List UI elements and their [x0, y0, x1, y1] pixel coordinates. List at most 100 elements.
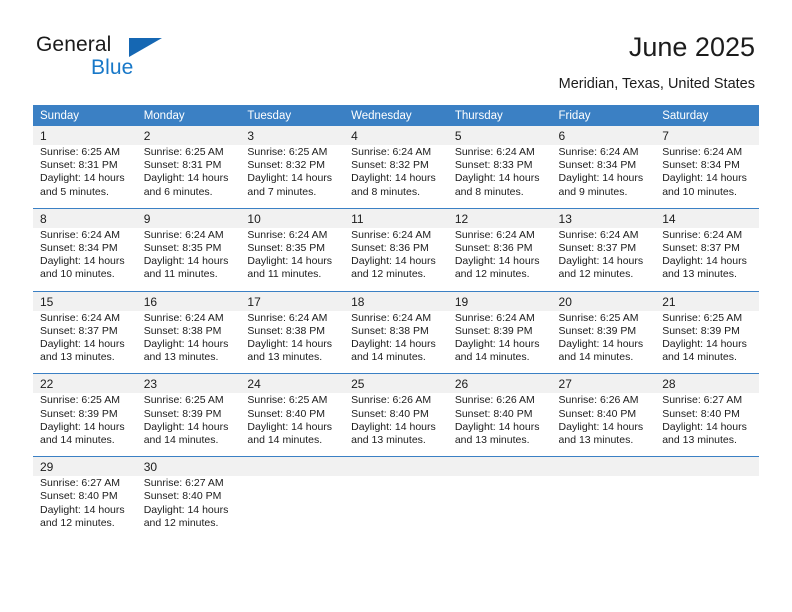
- day-cell[interactable]: Sunrise: 6:24 AM Sunset: 8:36 PM Dayligh…: [344, 227, 448, 291]
- day-number[interactable]: 22: [33, 374, 137, 394]
- sunrise-text: Sunrise: 6:25 AM: [247, 146, 328, 158]
- day-number[interactable]: 5: [447, 126, 552, 145]
- day-cell[interactable]: Sunrise: 6:25 AM Sunset: 8:39 PM Dayligh…: [655, 310, 759, 374]
- day-cell[interactable]: Sunrise: 6:27 AM Sunset: 8:40 PM Dayligh…: [136, 476, 241, 540]
- sunrise-text: Sunrise: 6:24 AM: [40, 228, 120, 241]
- sunrise-text: Sunrise: 6:27 AM: [662, 394, 743, 407]
- day-cell[interactable]: Sunrise: 6:26 AM Sunset: 8:40 PM Dayligh…: [551, 393, 656, 457]
- day-number[interactable]: 10: [240, 208, 345, 228]
- sunset-text: Sunset: 8:35 PM: [143, 242, 222, 255]
- day-number[interactable]: 18: [344, 291, 448, 311]
- day-cell[interactable]: Sunrise: 6:24 AM Sunset: 8:34 PM Dayligh…: [655, 145, 759, 208]
- day-number[interactable]: 3: [240, 126, 345, 145]
- day-number[interactable]: 11: [344, 208, 448, 228]
- daylight-text-line1: Daylight: 14 hours: [143, 172, 229, 185]
- daylight-text-line2: and 12 minutes.: [454, 268, 530, 281]
- day-cell[interactable]: Sunrise: 6:26 AM Sunset: 8:40 PM Dayligh…: [447, 393, 552, 457]
- day-number[interactable]: 26: [447, 374, 552, 394]
- daylight-text-line2: and 9 minutes.: [558, 185, 628, 198]
- sunrise-text: Sunrise: 6:24 AM: [558, 146, 639, 158]
- day-cell-empty: [447, 476, 552, 540]
- daylight-text-line1: Daylight: 14 hours: [558, 420, 644, 433]
- day-number[interactable]: 8: [33, 208, 137, 228]
- day-number[interactable]: 28: [655, 374, 759, 394]
- day-cell[interactable]: Sunrise: 6:24 AM Sunset: 8:34 PM Dayligh…: [33, 227, 137, 291]
- day-number[interactable]: 21: [655, 291, 759, 311]
- logo[interactable]: General Blue: [36, 33, 216, 87]
- day-number[interactable]: 30: [136, 457, 241, 477]
- day-cell[interactable]: Sunrise: 6:24 AM Sunset: 8:38 PM Dayligh…: [136, 310, 241, 374]
- sunset-text: Sunset: 8:40 PM: [454, 407, 533, 420]
- sunset-text: Sunset: 8:33 PM: [454, 159, 533, 172]
- day-number[interactable]: 23: [136, 374, 241, 394]
- day-number[interactable]: 7: [655, 126, 759, 145]
- day-cell[interactable]: Sunrise: 6:24 AM Sunset: 8:39 PM Dayligh…: [447, 310, 552, 374]
- day-cell[interactable]: Sunrise: 6:24 AM Sunset: 8:33 PM Dayligh…: [447, 145, 552, 208]
- day-number[interactable]: 19: [447, 291, 552, 311]
- daylight-text-line1: Daylight: 14 hours: [143, 503, 229, 516]
- sunrise-text: Sunrise: 6:24 AM: [558, 228, 639, 241]
- day-number[interactable]: 9: [136, 208, 241, 228]
- day-cell[interactable]: Sunrise: 6:25 AM Sunset: 8:40 PM Dayligh…: [240, 393, 345, 457]
- day-cell[interactable]: Sunrise: 6:25 AM Sunset: 8:32 PM Dayligh…: [240, 145, 345, 208]
- sunset-text: Sunset: 8:38 PM: [143, 324, 222, 337]
- day-number[interactable]: 12: [447, 208, 552, 228]
- daylight-text-line2: and 12 minutes.: [40, 516, 115, 529]
- day-number[interactable]: 17: [240, 291, 345, 311]
- day-number[interactable]: 25: [344, 374, 448, 394]
- sunrise-text: Sunrise: 6:25 AM: [662, 311, 743, 324]
- sunset-text: Sunset: 8:38 PM: [247, 324, 326, 337]
- day-cell[interactable]: Sunrise: 6:24 AM Sunset: 8:37 PM Dayligh…: [655, 227, 759, 291]
- day-number[interactable]: 6: [551, 126, 656, 145]
- day-cell[interactable]: Sunrise: 6:24 AM Sunset: 8:35 PM Dayligh…: [240, 227, 345, 291]
- daylight-text-line1: Daylight: 14 hours: [351, 420, 436, 433]
- week-5-detail-row: Sunrise: 6:27 AM Sunset: 8:40 PM Dayligh…: [33, 476, 759, 540]
- day-cell[interactable]: Sunrise: 6:25 AM Sunset: 8:39 PM Dayligh…: [551, 310, 656, 374]
- day-cell[interactable]: Sunrise: 6:25 AM Sunset: 8:39 PM Dayligh…: [136, 393, 241, 457]
- sunset-text: Sunset: 8:38 PM: [351, 324, 429, 337]
- daylight-text-line2: and 8 minutes.: [351, 185, 420, 198]
- sunrise-text: Sunrise: 6:27 AM: [143, 477, 224, 490]
- day-number[interactable]: 4: [344, 126, 448, 145]
- day-cell[interactable]: Sunrise: 6:24 AM Sunset: 8:32 PM Dayligh…: [344, 145, 448, 208]
- sunrise-text: Sunrise: 6:24 AM: [454, 228, 535, 241]
- day-cell[interactable]: Sunrise: 6:24 AM Sunset: 8:37 PM Dayligh…: [551, 227, 656, 291]
- day-cell[interactable]: Sunrise: 6:25 AM Sunset: 8:39 PM Dayligh…: [33, 393, 137, 457]
- daylight-text-line1: Daylight: 14 hours: [247, 420, 333, 433]
- daylight-text-line1: Daylight: 14 hours: [558, 338, 644, 351]
- calendar-table: Sunday Monday Tuesday Wednesday Thursday…: [33, 105, 759, 540]
- day-number[interactable]: 27: [551, 374, 656, 394]
- day-cell[interactable]: Sunrise: 6:24 AM Sunset: 8:38 PM Dayligh…: [344, 310, 448, 374]
- day-cell[interactable]: Sunrise: 6:27 AM Sunset: 8:40 PM Dayligh…: [33, 476, 137, 540]
- sunrise-text: Sunrise: 6:24 AM: [143, 228, 224, 241]
- daylight-text-line1: Daylight: 14 hours: [662, 420, 747, 433]
- day-cell[interactable]: Sunrise: 6:24 AM Sunset: 8:34 PM Dayligh…: [551, 145, 656, 208]
- day-number[interactable]: 14: [655, 208, 759, 228]
- day-number[interactable]: 2: [136, 126, 241, 145]
- day-cell[interactable]: Sunrise: 6:25 AM Sunset: 8:31 PM Dayligh…: [136, 145, 241, 208]
- calendar-grid: Sunday Monday Tuesday Wednesday Thursday…: [33, 105, 759, 540]
- day-cell-empty: [655, 476, 759, 540]
- day-number[interactable]: 16: [136, 291, 241, 311]
- day-cell[interactable]: Sunrise: 6:24 AM Sunset: 8:37 PM Dayligh…: [33, 310, 137, 374]
- day-number[interactable]: 15: [33, 291, 137, 311]
- day-number[interactable]: 13: [551, 208, 656, 228]
- daylight-text-line1: Daylight: 14 hours: [351, 338, 436, 351]
- daylight-text-line1: Daylight: 14 hours: [143, 420, 229, 433]
- sunset-text: Sunset: 8:31 PM: [40, 159, 118, 172]
- day-number[interactable]: 1: [33, 126, 137, 145]
- day-cell[interactable]: Sunrise: 6:25 AM Sunset: 8:31 PM Dayligh…: [33, 145, 137, 208]
- daylight-text-line2: and 14 minutes.: [40, 434, 115, 447]
- day-cell[interactable]: Sunrise: 6:24 AM Sunset: 8:38 PM Dayligh…: [240, 310, 345, 374]
- day-number[interactable]: 20: [551, 291, 656, 311]
- day-cell[interactable]: Sunrise: 6:24 AM Sunset: 8:36 PM Dayligh…: [447, 227, 552, 291]
- sunrise-text: Sunrise: 6:25 AM: [143, 394, 224, 407]
- day-number[interactable]: 29: [33, 457, 137, 477]
- day-cell[interactable]: Sunrise: 6:24 AM Sunset: 8:35 PM Dayligh…: [136, 227, 241, 291]
- sunrise-text: Sunrise: 6:24 AM: [247, 228, 328, 241]
- daylight-text-line2: and 6 minutes.: [143, 185, 213, 198]
- day-number[interactable]: 24: [240, 374, 345, 394]
- day-cell[interactable]: Sunrise: 6:26 AM Sunset: 8:40 PM Dayligh…: [344, 393, 448, 457]
- day-cell-empty: [551, 476, 656, 540]
- day-cell[interactable]: Sunrise: 6:27 AM Sunset: 8:40 PM Dayligh…: [655, 393, 759, 457]
